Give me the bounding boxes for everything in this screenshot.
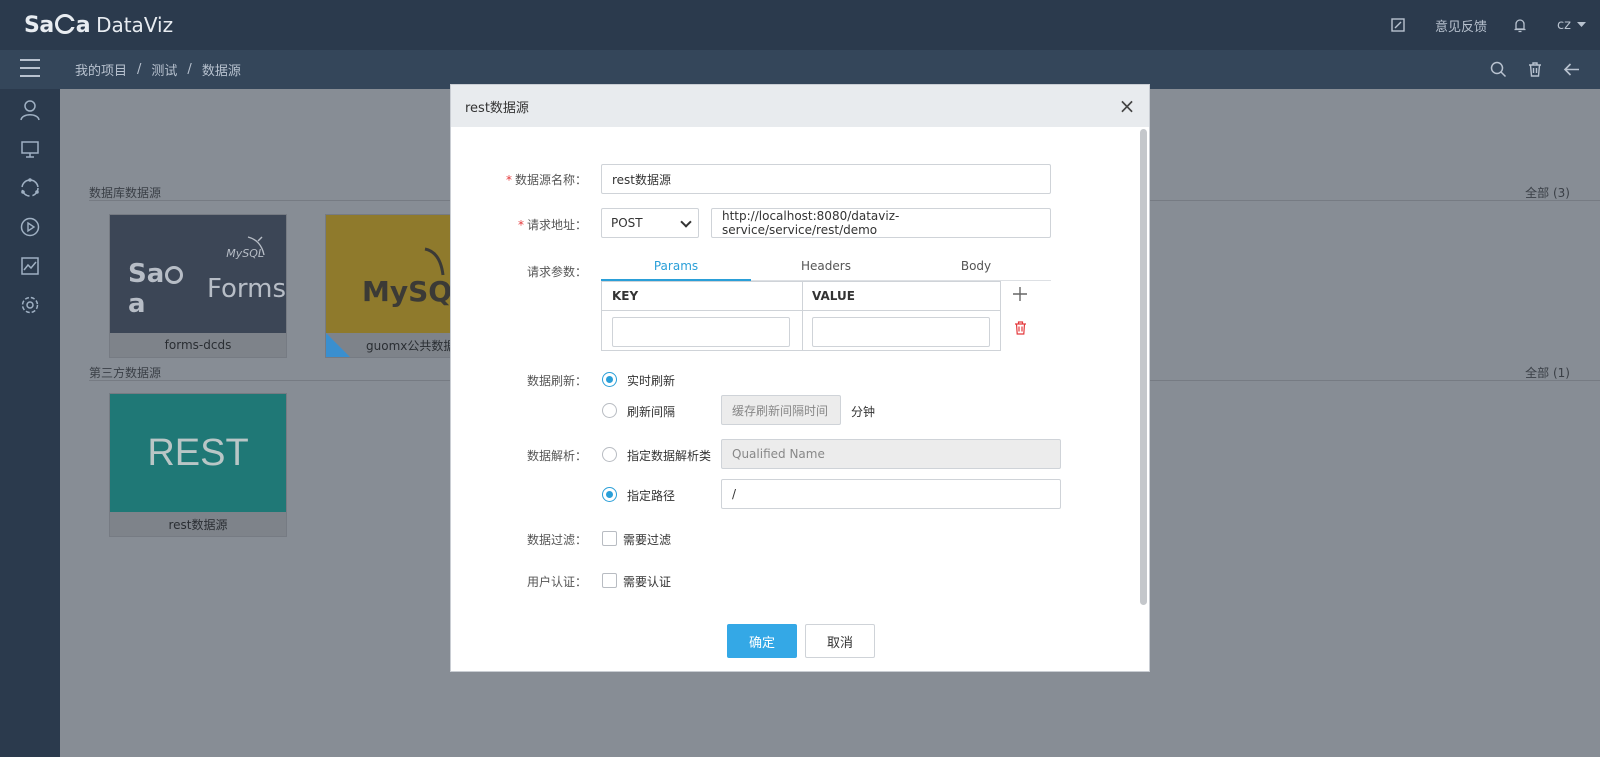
parse-path-input[interactable]: / [721, 479, 1061, 509]
refresh-interval-input[interactable]: 缓存刷新间隔时间 [721, 395, 841, 425]
need-filter-text: 需要过滤 [623, 533, 672, 547]
data-filter-label: 数据过滤： [526, 533, 587, 547]
section-count-third-party[interactable]: 全部 (1) [1525, 364, 1570, 381]
param-key-input[interactable] [612, 317, 790, 347]
param-value-input[interactable] [812, 317, 990, 347]
dialog-title: rest数据源 [465, 100, 529, 116]
breadcrumb-separator: / [137, 62, 142, 77]
mysql-dolphin-icon [424, 247, 445, 276]
chevron-down-icon [680, 216, 692, 228]
value-column-header: VALUE [802, 282, 1000, 311]
saga-forms-logo: Saa Forms [128, 259, 286, 319]
user-auth-label: 用户认证： [526, 575, 587, 589]
datasource-name-input[interactable]: rest数据源 [601, 164, 1051, 194]
section-title-database: 数据库数据源 [89, 186, 162, 200]
close-icon[interactable]: × [1117, 96, 1137, 116]
cancel-button[interactable]: 取消 [805, 624, 875, 658]
tab-params[interactable]: Params [601, 257, 751, 281]
bell-icon[interactable] [1513, 18, 1527, 33]
request-url-label: * 请求地址： [517, 218, 587, 232]
breadcrumb-datasource: 数据源 [201, 64, 241, 79]
datasource-card-forms[interactable]: MySQL Saa Forms forms-dcds [109, 214, 287, 358]
qualified-name-input[interactable]: Qualified Name [721, 439, 1061, 469]
add-row-icon[interactable] [1013, 287, 1027, 305]
confirm-button[interactable]: 确定 [727, 624, 797, 658]
breadcrumb-my-projects[interactable]: 我的项目 [75, 60, 127, 79]
rest-logo-text: REST [147, 432, 249, 474]
request-url-input[interactable]: http://localhost:8080/dataviz-service/se… [711, 208, 1051, 238]
feedback-link[interactable]: 意见反馈 [1435, 16, 1487, 35]
monitor-icon[interactable] [19, 138, 41, 160]
edit-icon[interactable] [1391, 18, 1405, 32]
datasource-name-label: * 数据源名称： [505, 173, 587, 187]
top-bar: Sa a DataViz 意见反馈 cz [0, 0, 1600, 50]
back-arrow-icon[interactable] [1563, 62, 1580, 77]
params-table: KEY VALUE [601, 281, 1001, 351]
card-caption: rest数据源 [168, 517, 228, 532]
data-parse-label: 数据解析： [526, 449, 587, 463]
refresh-realtime-text: 实时刷新 [627, 374, 676, 388]
request-params-label: 请求参数： [526, 265, 587, 279]
trash-icon[interactable] [1527, 61, 1543, 78]
data-refresh-label: 数据刷新： [526, 374, 587, 388]
section-count-database[interactable]: 全部 (3) [1525, 184, 1570, 201]
refresh-realtime-radio[interactable] [602, 372, 617, 387]
sync-icon[interactable] [19, 177, 41, 199]
chart-icon[interactable] [19, 255, 41, 277]
parse-path-text: 指定路径 [627, 489, 676, 503]
settings-gear-icon[interactable] [19, 294, 41, 316]
user-icon[interactable] [19, 99, 41, 121]
app-logo[interactable]: Sa a DataViz [24, 10, 173, 40]
search-icon[interactable] [1490, 61, 1507, 78]
saga-logo-mark: Sa a [24, 12, 91, 38]
menu-toggle-icon[interactable] [20, 59, 40, 79]
caret-down-icon [1577, 22, 1586, 27]
side-nav [0, 89, 60, 757]
section-title-third-party: 第三方数据源 [89, 366, 162, 380]
rest-datasource-dialog: rest数据源 × * 数据源名称： rest数据源 * 请求地址： POST ht… [450, 84, 1150, 672]
app-name: DataViz [96, 13, 174, 37]
tab-body[interactable]: Body [901, 257, 1051, 281]
tab-headers[interactable]: Headers [751, 257, 901, 281]
parse-class-text: 指定数据解析类 [627, 449, 712, 463]
play-icon[interactable] [19, 216, 41, 238]
http-method-select[interactable]: POST [601, 208, 699, 238]
breadcrumb-test[interactable]: 测试 [151, 60, 177, 79]
card-image-forms: MySQL Saa Forms [110, 215, 286, 333]
card-image-rest: REST [110, 394, 286, 512]
user-menu[interactable]: cz [1557, 18, 1586, 33]
breadcrumb-separator: / [187, 62, 192, 77]
need-filter-checkbox[interactable] [602, 531, 617, 546]
dialog-header: rest数据源 × [451, 85, 1149, 127]
column-divider [802, 282, 803, 350]
need-auth-text: 需要认证 [623, 575, 672, 589]
refresh-interval-text: 刷新间隔 [627, 405, 676, 419]
scrollbar-thumb[interactable] [1140, 129, 1147, 605]
datasource-card-rest[interactable]: REST rest数据源 [109, 393, 287, 537]
parse-class-radio[interactable] [602, 447, 617, 462]
parse-path-radio[interactable] [602, 487, 617, 502]
delete-row-icon[interactable] [1014, 321, 1027, 339]
key-column-header: KEY [602, 282, 802, 311]
refresh-unit-text: 分钟 [851, 405, 876, 419]
card-caption: forms-dcds [164, 338, 232, 352]
params-tabs: Params Headers Body [601, 257, 1051, 281]
breadcrumb: 我的项目 / 测试 / 数据源 [75, 50, 241, 89]
need-auth-checkbox[interactable] [602, 573, 617, 588]
refresh-interval-radio[interactable] [602, 403, 617, 418]
user-name: cz [1557, 17, 1571, 33]
http-method-value: POST [611, 216, 643, 230]
